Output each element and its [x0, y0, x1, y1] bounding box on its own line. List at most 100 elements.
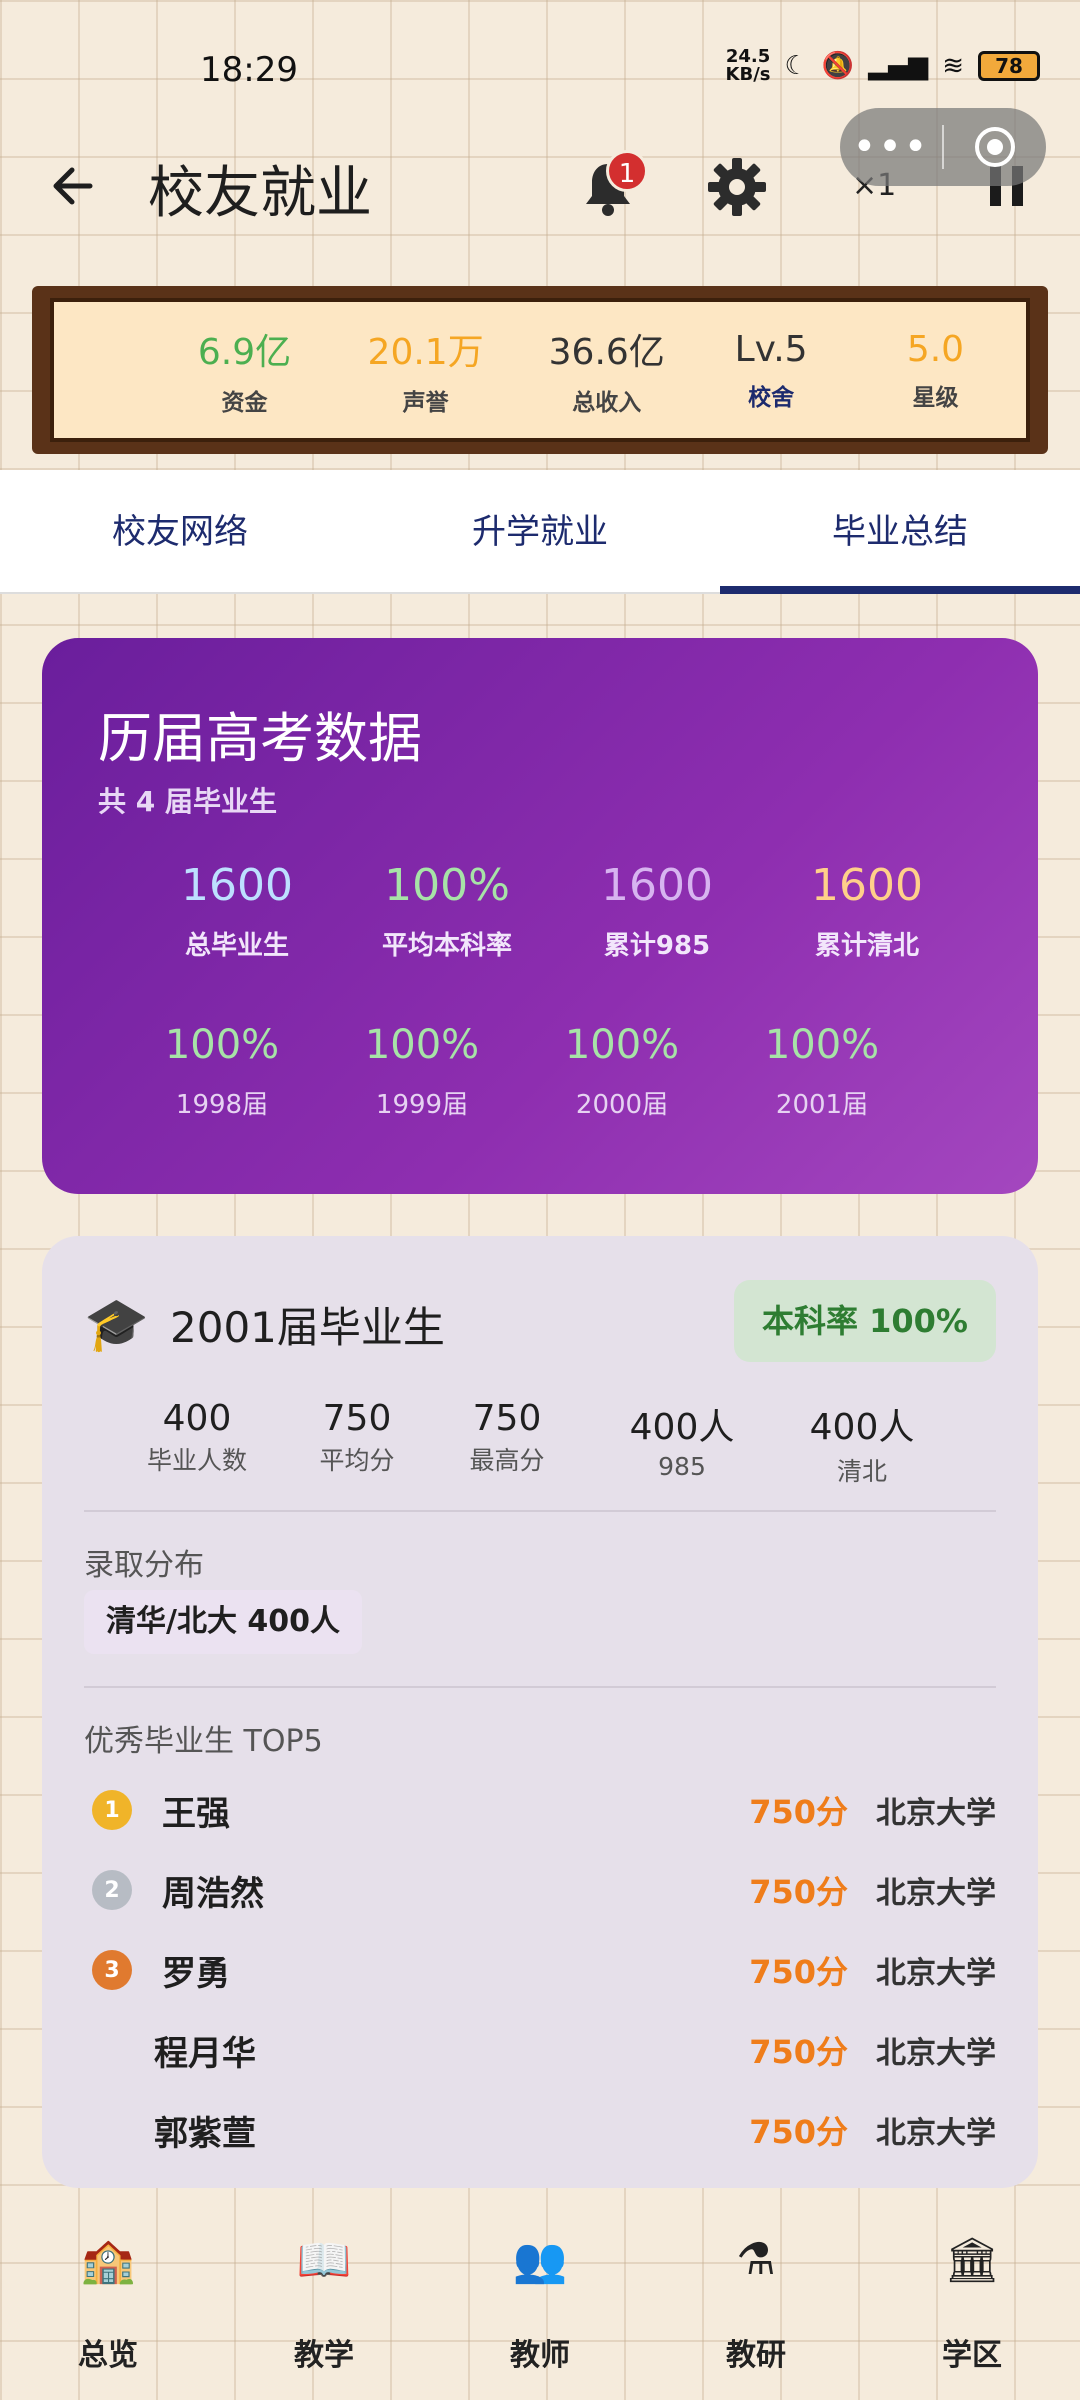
nav-research[interactable]: ⚗ 教研	[648, 2220, 864, 2400]
admission-section-label: 录取分布	[84, 1548, 204, 1583]
graduate-name: 王强	[162, 1793, 230, 1834]
list-item: 2 周浩然 750分 北京大学	[84, 1850, 996, 1930]
tab-graduation-summary[interactable]: 毕业总结	[720, 470, 1080, 594]
metric-value: 750	[322, 1398, 392, 1439]
nav-overview[interactable]: 🏫 总览	[0, 2220, 216, 2400]
summary-label: 平均本科率	[381, 931, 512, 961]
more-dots-icon[interactable]: •••	[840, 127, 942, 167]
graduate-name: 罗勇	[162, 1953, 230, 1994]
nav-label: 教学	[294, 2338, 354, 2373]
signal-icon: ▂▄▆	[868, 51, 929, 81]
stat-label: 资金	[221, 390, 268, 416]
tab-bar: 校友网络 升学就业 毕业总结	[0, 470, 1080, 594]
metric-highest-score: 750 最高分	[432, 1398, 582, 1488]
year-label: 1999届	[375, 1090, 469, 1120]
top-graduates-label: 优秀毕业生 TOP5	[84, 1724, 323, 1759]
list-item: 郭紫萱 750分 北京大学	[84, 2090, 996, 2170]
graduate-school: 北京大学	[876, 2116, 996, 2151]
metric-value: 400人	[809, 1407, 915, 1448]
close-target-icon[interactable]	[944, 123, 1046, 171]
summary-value: 100%	[384, 860, 510, 911]
exam-card-title: 历届高考数据	[98, 707, 422, 770]
nav-label: 教师	[510, 2338, 570, 2373]
stats-board: 6.9亿 资金 20.1万 声誉 36.6亿 总收入 Lv.5 校舍 5.0 星…	[32, 286, 1048, 454]
year-rate: 100%	[564, 1022, 680, 1068]
graduate-score: 750分	[749, 1953, 848, 1991]
back-arrow-icon[interactable]	[44, 156, 104, 216]
divider	[84, 1686, 996, 1688]
summary-label: 总毕业生	[184, 931, 289, 961]
status-icons: 24.5 KB/s ☾ 🔕 ▂▄▆ ≋ 78	[726, 48, 1040, 84]
stat-value: 5.0	[906, 328, 965, 370]
settings-gear-icon[interactable]	[706, 156, 768, 218]
moon-icon: ☾	[784, 51, 808, 81]
exam-year-row: 100% 1998届 100% 1999届 100% 2000届 100% 20…	[122, 1022, 922, 1121]
year-1998: 100% 1998届	[122, 1022, 322, 1121]
nav-campus[interactable]: 🏛 学区	[864, 2220, 1080, 2400]
stat-label: 星级	[912, 384, 959, 411]
year-1999: 100% 1999届	[322, 1022, 522, 1121]
top-graduates-list: 1 王强 750分 北京大学 2 周浩然 750分 北京大学 3 罗勇 750分…	[84, 1770, 996, 2170]
admission-chip: 清华/北大 400人	[84, 1590, 363, 1654]
graduate-score: 750分	[749, 2113, 848, 2151]
class-metrics: 400 毕业人数 750 平均分 750 最高分 400人 985 400人 清…	[132, 1398, 952, 1488]
summary-value: 1600	[811, 860, 923, 911]
notification-badge: 1	[606, 150, 648, 192]
metric-value: 750	[472, 1398, 542, 1439]
stat-campus-level: Lv.5 校舍	[697, 329, 845, 412]
nav-label: 总览	[78, 2338, 138, 2373]
exam-history-card: 历届高考数据 共 4 届毕业生 1600 总毕业生 100% 平均本科率 160…	[42, 638, 1038, 1194]
stats-board-inner: 6.9亿 资金 20.1万 声誉 36.6亿 总收入 Lv.5 校舍 5.0 星…	[50, 298, 1030, 442]
graduate-school: 北京大学	[876, 2036, 996, 2071]
exam-summary-row: 1600 总毕业生 100% 平均本科率 1600 累计985 1600 累计清…	[132, 860, 972, 962]
rank-placeholder	[92, 2030, 132, 2070]
year-rate: 100%	[364, 1022, 480, 1068]
year-2001: 100% 2001届	[722, 1022, 922, 1121]
flask-icon: ⚗	[736, 2234, 776, 2285]
graduate-school: 北京大学	[876, 1956, 996, 1991]
stat-total-income: 36.6亿 总收入	[516, 323, 697, 417]
stat-value: 6.9亿	[197, 332, 292, 373]
stat-value: Lv.5	[734, 328, 808, 370]
list-item: 1 王强 750分 北京大学	[84, 1770, 996, 1850]
metric-985-count: 400人 985	[592, 1398, 772, 1488]
nav-teaching[interactable]: 📖 教学	[216, 2220, 432, 2400]
summary-label: 累计985	[603, 931, 711, 961]
graduate-school: 北京大学	[876, 1796, 996, 1831]
tab-further-study[interactable]: 升学就业	[360, 470, 720, 592]
summary-985-total: 1600 累计985	[552, 860, 762, 962]
status-time: 18:29	[200, 50, 298, 90]
year-label: 1998届	[175, 1090, 269, 1120]
campus-icon: 🏛	[944, 2235, 1000, 2286]
teachers-icon: 👥	[512, 2235, 568, 2286]
summary-undergrad-rate: 100% 平均本科率	[342, 860, 552, 962]
stat-label: 声誉	[402, 390, 449, 416]
wifi-icon: ≋	[942, 51, 964, 81]
metric-label: 清北	[836, 1457, 887, 1486]
metric-value: 400	[162, 1398, 232, 1439]
class-title: 2001届毕业生	[170, 1303, 445, 1352]
year-rate: 100%	[164, 1022, 280, 1068]
open-book-icon: 📖	[296, 2235, 352, 2286]
bronze-medal-icon: 3	[92, 1950, 132, 1990]
page-title: 校友就业	[148, 161, 372, 226]
nav-label: 学区	[942, 2338, 1002, 2373]
stat-reputation: 20.1万 声誉	[335, 323, 516, 417]
battery-icon: 78	[978, 51, 1040, 81]
stat-label: 总收入	[572, 390, 642, 416]
metric-label: 毕业人数	[146, 1446, 247, 1475]
tab-alumni-network[interactable]: 校友网络	[0, 470, 360, 592]
divider	[84, 1510, 996, 1512]
nav-teachers[interactable]: 👥 教师	[432, 2220, 648, 2400]
stat-value: 36.6亿	[548, 332, 665, 373]
network-speed: 24.5 KB/s	[725, 46, 771, 85]
graduate-name: 程月华	[154, 2033, 256, 2074]
class-2001-card: 🎓 2001届毕业生 本科率 100% 400 毕业人数 750 平均分 750…	[42, 1236, 1038, 2188]
metric-label: 最高分	[469, 1446, 545, 1475]
summary-tsinghua-peking-total: 1600 累计清北	[762, 860, 972, 962]
silver-medal-icon: 2	[92, 1870, 132, 1910]
graduate-name: 郭紫萱	[154, 2113, 256, 2154]
graduate-school: 北京大学	[876, 1876, 996, 1911]
bottom-nav: 🏫 总览 📖 教学 👥 教师 ⚗ 教研 🏛 学区	[0, 2220, 1080, 2400]
rank-placeholder	[92, 2110, 132, 2150]
